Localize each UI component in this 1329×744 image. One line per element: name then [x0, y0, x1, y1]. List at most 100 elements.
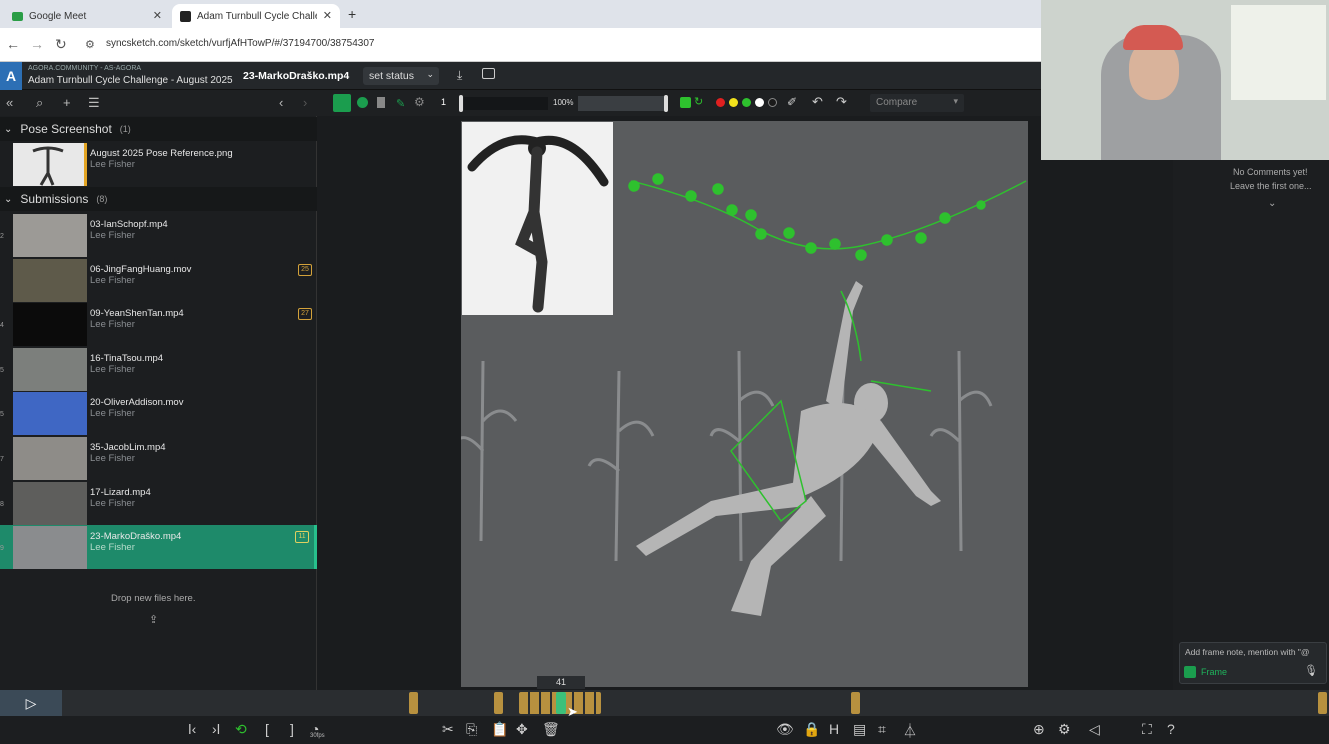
comment-marker[interactable] — [1318, 692, 1327, 714]
comment-marker[interactable] — [494, 692, 503, 714]
site-info-icon[interactable]: ⚙ — [85, 38, 95, 51]
file-name: 23-MarkoDraško.mp4 — [90, 531, 182, 543]
project-title[interactable]: Adam Turnbull Cycle Challenge - August 2… — [28, 75, 233, 86]
refresh-icon[interactable]: ↻ — [694, 95, 703, 108]
eyedropper-icon[interactable]: ✐ — [787, 95, 797, 109]
fullscreen-icon[interactable]: ⛶ — [1142, 721, 1152, 738]
list-view-icon[interactable]: ☰ — [88, 95, 100, 111]
list-item[interactable]: 7 35-JacobLim.mp4 Lee Fisher — [0, 436, 317, 480]
list-item[interactable]: 9 23-MarkoDraško.mp4 Lee Fisher 11 — [0, 525, 317, 570]
color-swatch-red[interactable] — [716, 98, 725, 107]
step-back-icon[interactable]: ǀ‹ — [188, 721, 196, 737]
flip-horizontal-icon[interactable]: H — [829, 721, 839, 737]
opacity-slider-handle[interactable] — [459, 95, 463, 112]
out-point-icon[interactable]: ] — [290, 721, 294, 737]
help-icon[interactable]: ? — [1167, 721, 1175, 737]
brush-tool-icon[interactable] — [333, 94, 351, 112]
section-submissions[interactable]: ⌄ Submissions (8) — [0, 187, 317, 211]
playhead[interactable] — [556, 692, 566, 714]
list-index: 7 — [0, 456, 4, 463]
comment-count-badge[interactable]: 25 — [298, 263, 312, 276]
zoom-slider[interactable] — [578, 96, 664, 111]
play-icon: ▷ — [25, 694, 37, 711]
list-item[interactable]: 5 20-OliverAddison.mov Lee Fisher — [0, 391, 317, 436]
chevron-down-icon[interactable]: ⌄ — [1268, 198, 1276, 209]
volume-icon[interactable]: ◁ — [1089, 721, 1100, 738]
set-status-dropdown[interactable]: set status ⌄ — [363, 67, 439, 85]
new-tab-button[interactable]: + — [348, 6, 356, 22]
eraser-tool-icon[interactable] — [377, 97, 385, 108]
color-swatch-yellow[interactable] — [729, 98, 738, 107]
microphone-icon[interactable]: 🎙 — [1304, 664, 1318, 677]
settings-small-icon[interactable]: ⚙ — [414, 95, 425, 109]
color-swatch-black[interactable] — [768, 98, 777, 107]
next-file-icon[interactable]: › — [303, 95, 307, 110]
list-item[interactable]: 4 09-YeanShenTan.mp4 Lee Fisher 27 — [0, 302, 317, 347]
url-field[interactable]: syncsketch.com/sketch/vurfjAfHTowP/#/371… — [106, 38, 375, 49]
paste-icon[interactable]: 📋 — [491, 721, 508, 738]
section-pose-screenshot[interactable]: ⌄ Pose Screenshot (1) — [0, 117, 317, 141]
close-icon[interactable]: ✕ — [153, 9, 162, 22]
scene-render — [461, 173, 1027, 616]
add-icon[interactable]: + — [63, 95, 71, 110]
settings-icon[interactable]: ⚙ — [1058, 721, 1071, 738]
color-swatch-green[interactable] — [742, 98, 751, 107]
undo-icon[interactable]: ↶ — [812, 94, 823, 110]
move-icon[interactable]: ✥ — [516, 721, 528, 738]
prev-file-icon[interactable]: ‹ — [279, 95, 283, 110]
image-icon[interactable] — [482, 68, 495, 79]
color-swatch-white[interactable] — [755, 98, 764, 107]
step-forward-icon[interactable]: ›ǀ — [212, 721, 220, 737]
pen-tool-icon[interactable]: ✎ — [396, 97, 405, 110]
file-name: 06-JingFangHuang.mov — [90, 263, 192, 275]
file-user: Lee Fisher — [90, 542, 135, 554]
shape-tool-icon[interactable] — [357, 97, 368, 108]
list-item[interactable]: 06-JingFangHuang.mov Lee Fisher 25 — [0, 258, 317, 302]
layers-icon[interactable]: ▤ — [853, 721, 866, 738]
comment-count-badge[interactable]: 27 — [298, 308, 312, 321]
agora-logo[interactable]: A — [0, 62, 22, 90]
lock-icon[interactable]: 🔒 — [803, 721, 820, 738]
media-viewer[interactable] — [461, 121, 1028, 687]
comment-input[interactable]: Add frame note, mention with "@ — [1185, 647, 1325, 657]
comment-count-badge[interactable]: 11 — [295, 531, 309, 544]
upload-icon[interactable]: ⇪ — [149, 613, 158, 626]
zoom-fit-icon[interactable]: ⊕ — [1033, 721, 1045, 738]
collapse-sidebar-icon[interactable]: « — [6, 95, 13, 110]
file-user: Lee Fisher — [90, 453, 135, 464]
comments-panel: No Comments yet! Leave the first one... … — [1173, 160, 1329, 690]
tab-google-meet[interactable]: Google Meet ✕ — [4, 4, 170, 28]
play-button[interactable]: ▷ — [0, 690, 62, 716]
fill-toggle-icon[interactable] — [680, 97, 691, 108]
back-arrow-icon[interactable]: ← — [6, 36, 20, 52]
download-icon[interactable]: ⤓ — [457, 68, 462, 83]
comment-marker[interactable] — [851, 692, 860, 714]
zoom-slider-handle[interactable] — [664, 95, 668, 112]
loop-icon[interactable]: ⟲ — [235, 721, 247, 738]
trash-icon[interactable]: 🗑 — [542, 721, 560, 738]
visibility-icon[interactable]: 👁 — [776, 721, 794, 738]
search-icon[interactable]: ⌕ — [36, 95, 43, 111]
copy-icon[interactable]: ⎘ — [466, 721, 477, 738]
mirror-icon[interactable]: ⏃ — [903, 721, 917, 741]
frame-checkbox[interactable] — [1184, 666, 1196, 678]
forward-arrow-icon[interactable]: → — [30, 36, 44, 52]
comment-marker[interactable] — [409, 692, 418, 714]
scissors-icon[interactable]: ✂ — [442, 721, 454, 738]
file-thumbnail — [13, 526, 87, 570]
tab-syncsketch[interactable]: Adam Turnbull Cycle Challenge ✕ — [172, 4, 340, 28]
frame-input[interactable]: 1 — [441, 97, 446, 107]
compare-dropdown[interactable]: Compare ▾ — [870, 94, 964, 112]
list-item[interactable]: 5 16-TinaTsou.mp4 Lee Fisher — [0, 347, 317, 391]
crop-icon[interactable]: ⌗ — [878, 721, 886, 738]
list-item[interactable]: 2 03-IanSchopf.mp4 Lee Fisher — [0, 213, 317, 257]
redo-icon[interactable]: ↷ — [836, 94, 847, 110]
comment-input-box[interactable]: Add frame note, mention with "@ Frame 🎙 — [1179, 642, 1327, 684]
timeline[interactable]: ▷ 41 ➤ — [0, 676, 1329, 719]
list-item[interactable]: August 2025 Pose Reference.png Lee Fishe… — [0, 142, 317, 186]
opacity-slider-track[interactable] — [464, 97, 548, 110]
close-icon[interactable]: ✕ — [323, 9, 332, 22]
reload-icon[interactable]: ↻ — [55, 36, 67, 53]
in-point-icon[interactable]: [ — [265, 721, 269, 737]
list-item[interactable]: 8 17-Lizard.mp4 Lee Fisher — [0, 481, 317, 525]
